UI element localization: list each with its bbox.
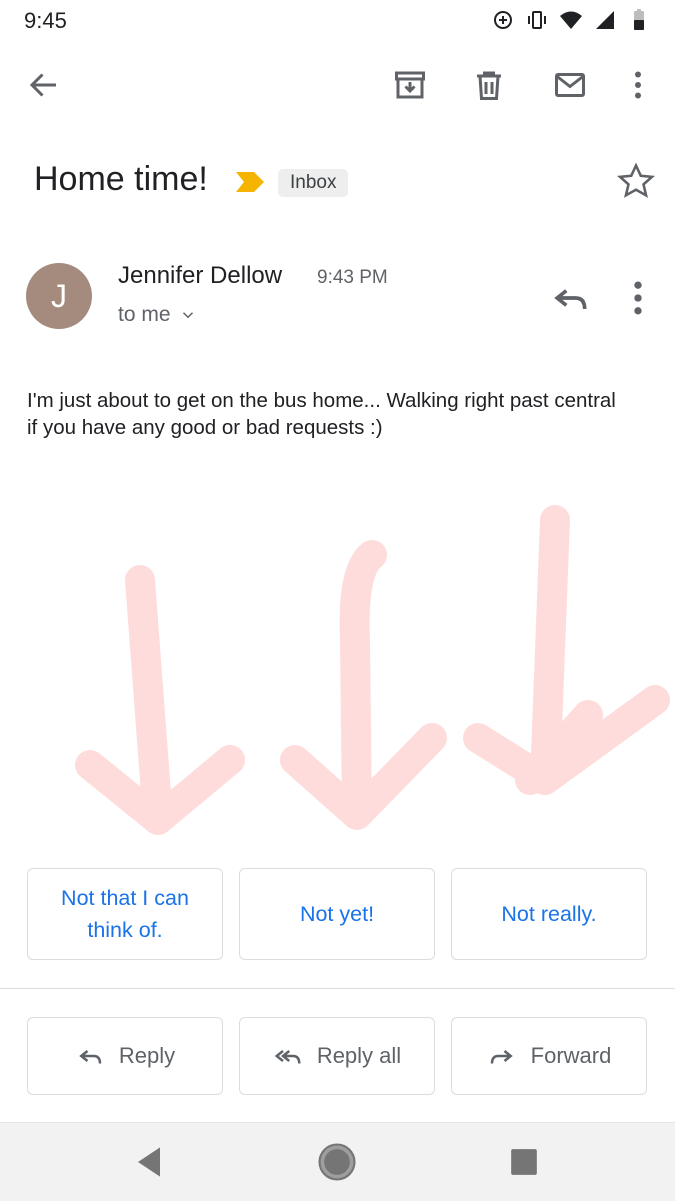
nav-recents-icon[interactable] [502,1140,546,1184]
nav-back-icon[interactable] [127,1140,171,1184]
smart-reply-2[interactable]: Not yet! [239,868,435,960]
reply-all-icon [274,1050,301,1064]
status-time: 9:45 [24,8,67,33]
annotation-arrows [75,505,670,835]
mark-unread-button[interactable] [546,61,594,109]
recipient-details-toggle[interactable]: to me [118,303,197,327]
more-vert-icon [635,71,641,99]
email-body: I'm just about to get on the bus home...… [27,389,616,439]
battery-icon [634,9,644,30]
back-button[interactable] [20,61,68,109]
vibrate-icon [528,11,546,29]
forward-label: Forward [530,1043,612,1068]
more-options-button[interactable] [614,61,662,109]
reply-button[interactable]: Reply [27,1017,223,1095]
reply-icon[interactable] [548,276,592,320]
sent-time: 9:43 PM [317,267,388,288]
chevron-down-icon [182,312,193,319]
sender-name: Jennifer Dellow [118,262,283,289]
annotation-arrow-right [463,505,670,795]
divider [0,988,675,989]
annotation-arrow-middle [280,540,447,830]
mail-icon [555,73,585,97]
reply-arrow-icon [79,1050,102,1064]
trash-icon [477,71,501,100]
signal-icon [596,11,614,29]
reply-label: Reply [118,1043,176,1068]
sender-avatar[interactable]: J [26,263,92,329]
reply-all-label: Reply all [316,1043,402,1068]
importance-marker-icon[interactable] [234,170,266,194]
data-saver-icon [494,11,512,29]
inbox-label-chip[interactable]: Inbox [278,169,349,197]
reply-all-button[interactable]: Reply all [239,1017,435,1095]
email-subject: Home time! [34,160,208,198]
arrow-back-icon [29,73,56,97]
smart-reply-1[interactable]: Not that I can think of. [27,868,223,960]
nav-home-icon[interactable] [315,1140,359,1184]
message-more-vert-icon[interactable] [616,276,660,320]
forward-button[interactable]: Forward [451,1017,647,1095]
wifi-icon [560,11,582,29]
archive-button[interactable] [386,61,434,109]
archive-icon [395,71,425,99]
star-icon[interactable] [614,160,658,204]
recipient-label: to me [118,303,171,326]
status-icons [491,8,651,32]
smart-reply-3[interactable]: Not really. [451,868,647,960]
annotation-arrow-left [75,565,245,835]
delete-button[interactable] [465,61,513,109]
forward-arrow-icon [490,1050,513,1064]
